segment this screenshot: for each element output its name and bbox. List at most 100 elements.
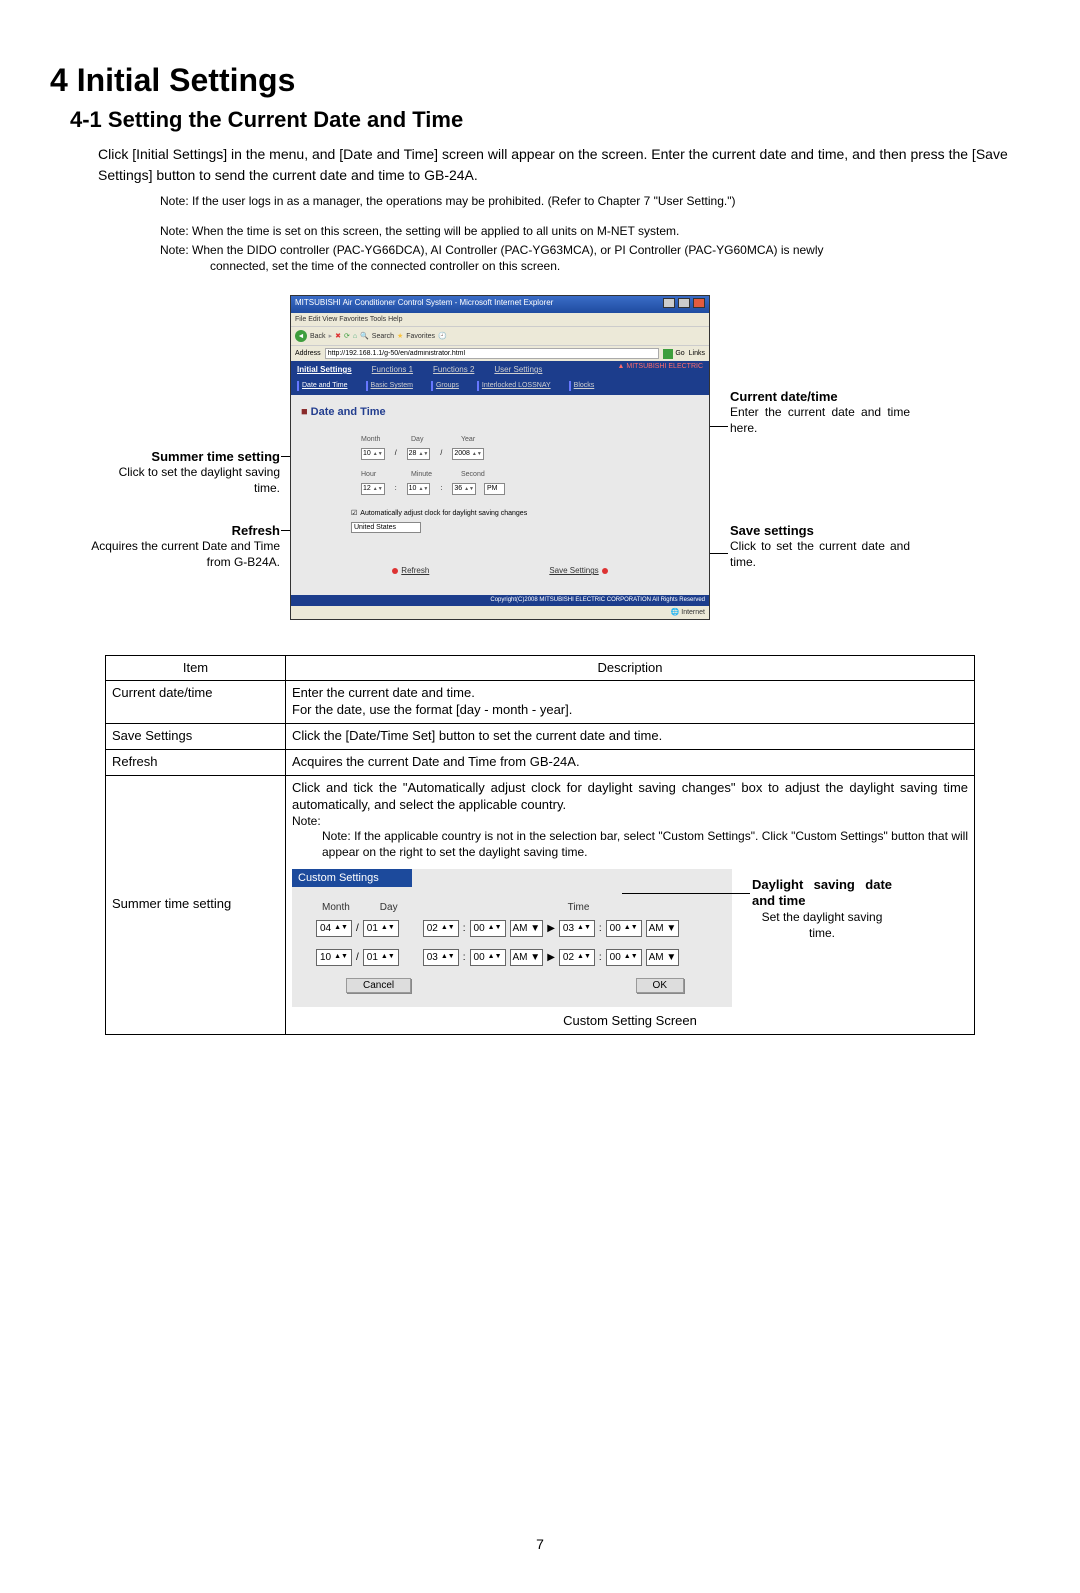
cs-min-1a[interactable]: 00▲▼ xyxy=(470,920,506,937)
custom-settings-panel: Custom Settings Month Day Time 04▲▼ / 01… xyxy=(292,869,732,1007)
cs-hour-2b[interactable]: 02▲▼ xyxy=(559,949,595,966)
auto-adjust-row[interactable]: ☑ Automatically adjust clock for dayligh… xyxy=(351,509,699,518)
arrow-icon: ▶ xyxy=(547,922,555,935)
cs-ampm-1a[interactable]: AM ▼ xyxy=(510,920,544,937)
app-copyright: Copyright(C)2008 MITSUBISHI ELECTRIC COR… xyxy=(291,595,709,607)
cs-min-2a[interactable]: 00▲▼ xyxy=(470,949,506,966)
ie-toolbar: ◄ Back ▸ ✖ ⟳ ⌂ 🔍 Search ★ Favorites 🕘 xyxy=(291,326,709,345)
subtab-blocks[interactable]: Blocks xyxy=(569,381,595,390)
td-item-refresh: Refresh xyxy=(106,750,286,776)
close-icon[interactable] xyxy=(693,298,705,308)
refresh-icon[interactable]: ⟳ xyxy=(344,332,350,341)
save-settings-button[interactable]: Save Settings xyxy=(549,566,607,576)
second-label: Second xyxy=(461,470,493,479)
favorites-icon[interactable]: ★ xyxy=(397,332,403,341)
minute-spinner[interactable]: 10▲▼ xyxy=(407,483,431,495)
second-spinner[interactable]: 36▲▼ xyxy=(452,483,476,495)
ie-address-bar: Address Go Links xyxy=(291,345,709,361)
tab-functions-2[interactable]: Functions 2 xyxy=(433,365,474,375)
go-label[interactable]: Go xyxy=(675,349,684,358)
cs-ampm-2b[interactable]: AM ▼ xyxy=(646,949,680,966)
cs-hour-1a[interactable]: 02▲▼ xyxy=(423,920,459,937)
custom-settings-title: Custom Settings xyxy=(292,869,412,887)
subtab-lossnay[interactable]: Interlocked LOSSNAY xyxy=(477,381,551,390)
callout-current-text: Enter the current date and time here. xyxy=(730,405,910,436)
leader-line xyxy=(622,893,750,894)
callout-refresh: Refresh Acquires the current Date and Ti… xyxy=(90,523,280,571)
custom-row-1: 04▲▼ / 01▲▼ 02▲▼ : 00▲▼ AM ▼ ▶ 03▲▼ : 00… xyxy=(316,920,714,937)
callout-daylight-title: Daylight saving date and time xyxy=(752,877,892,911)
cs-hour-2a[interactable]: 03▲▼ xyxy=(423,949,459,966)
back-icon[interactable]: ◄ xyxy=(295,330,307,342)
note-3a: Note: When the DIDO controller (PAC-YG66… xyxy=(160,243,1030,259)
cs-month-1[interactable]: 04▲▼ xyxy=(316,920,352,937)
ok-button[interactable]: OK xyxy=(636,978,684,993)
history-icon[interactable]: 🕘 xyxy=(438,332,447,341)
app-buttons: Refresh Save Settings xyxy=(291,566,709,576)
screenshot-diagram: Summer time setting Click to set the day… xyxy=(90,295,990,625)
th-item: Item xyxy=(106,655,286,681)
description-table: Item Description Current date/time Enter… xyxy=(105,655,975,1035)
home-icon[interactable]: ⌂ xyxy=(353,332,357,341)
cs-day-2[interactable]: 01▲▼ xyxy=(363,949,399,966)
callout-summer-title: Summer time setting xyxy=(90,449,280,466)
cancel-button[interactable]: Cancel xyxy=(346,978,411,993)
tab-functions-1[interactable]: Functions 1 xyxy=(372,365,413,375)
custom-labels: Month Day Time xyxy=(322,901,714,914)
cs-month-2[interactable]: 10▲▼ xyxy=(316,949,352,966)
callout-refresh-title: Refresh xyxy=(90,523,280,540)
td-desc-refresh: Acquires the current Date and Time from … xyxy=(286,750,975,776)
stop-icon[interactable]: ✖ xyxy=(335,332,341,341)
app-main-tabs: Initial Settings Functions 1 Functions 2… xyxy=(291,361,709,379)
hour-spinner[interactable]: 12▲▼ xyxy=(361,483,385,495)
search-label[interactable]: Search xyxy=(372,332,394,341)
checkbox-icon[interactable]: ☑ xyxy=(351,509,357,518)
cs-day-label: Day xyxy=(380,901,398,914)
td-item-summer: Summer time setting xyxy=(106,776,286,1035)
month-spinner[interactable]: 10▲▼ xyxy=(361,448,385,460)
callout-save-text: Click to set the current date and time. xyxy=(730,539,910,570)
ampm-select[interactable]: PM xyxy=(484,483,505,495)
note-2: Note: When the time is set on this scree… xyxy=(160,224,1030,240)
tab-initial-settings[interactable]: Initial Settings xyxy=(297,365,352,375)
refresh-button[interactable]: Refresh xyxy=(392,566,429,576)
address-label: Address xyxy=(295,349,321,358)
callout-refresh-text: Acquires the current Date and Time from … xyxy=(90,539,280,570)
maximize-icon[interactable] xyxy=(678,298,690,308)
subtab-date-time[interactable]: Date and Time xyxy=(297,381,348,390)
date-labels-row: Month Day Year xyxy=(361,435,699,444)
callout-current-title: Current date/time xyxy=(730,389,910,406)
cs-min-1b[interactable]: 00▲▼ xyxy=(606,920,642,937)
year-spinner[interactable]: 2008▲▼ xyxy=(452,448,483,460)
td-item-current: Current date/time xyxy=(106,681,286,724)
address-input[interactable] xyxy=(325,348,660,359)
time-labels-row: Hour Minute Second xyxy=(361,470,699,479)
subtab-basic-system[interactable]: Basic System xyxy=(366,381,413,390)
minimize-icon[interactable] xyxy=(663,298,675,308)
search-icon[interactable]: 🔍 xyxy=(360,332,369,341)
callout-current: Current date/time Enter the current date… xyxy=(730,389,910,437)
country-select[interactable]: United States xyxy=(351,522,421,533)
back-label[interactable]: Back xyxy=(310,332,326,341)
subtab-groups[interactable]: Groups xyxy=(431,381,459,390)
auto-adjust-label: Automatically adjust clock for daylight … xyxy=(360,509,527,518)
arrow-icon: ▶ xyxy=(547,951,555,964)
cs-min-2b[interactable]: 00▲▼ xyxy=(606,949,642,966)
cs-time-label: Time xyxy=(568,901,590,914)
cs-day-1[interactable]: 01▲▼ xyxy=(363,920,399,937)
cs-ampm-1b[interactable]: AM ▼ xyxy=(646,920,680,937)
day-spinner[interactable]: 28▲▼ xyxy=(407,448,431,460)
links-label[interactable]: Links xyxy=(689,349,705,358)
app-body: Date and Time Month Day Year 10▲▼ / 28▲▼… xyxy=(291,395,709,595)
favorites-label[interactable]: Favorites xyxy=(406,332,435,341)
tab-user-settings[interactable]: User Settings xyxy=(494,365,542,375)
ie-menubar[interactable]: File Edit View Favorites Tools Help xyxy=(291,313,709,326)
cs-ampm-2a[interactable]: AM ▼ xyxy=(510,949,544,966)
note-3b: connected, set the time of the connected… xyxy=(210,259,1030,275)
go-button[interactable] xyxy=(663,349,673,359)
page-title: 4 Initial Settings xyxy=(50,60,1030,102)
forward-icon[interactable]: ▸ xyxy=(329,332,333,341)
td-desc-save: Click the [Date/Time Set] button to set … xyxy=(286,724,975,750)
intro-text: Click [Initial Settings] in the menu, an… xyxy=(98,144,1030,186)
cs-hour-1b[interactable]: 03▲▼ xyxy=(559,920,595,937)
